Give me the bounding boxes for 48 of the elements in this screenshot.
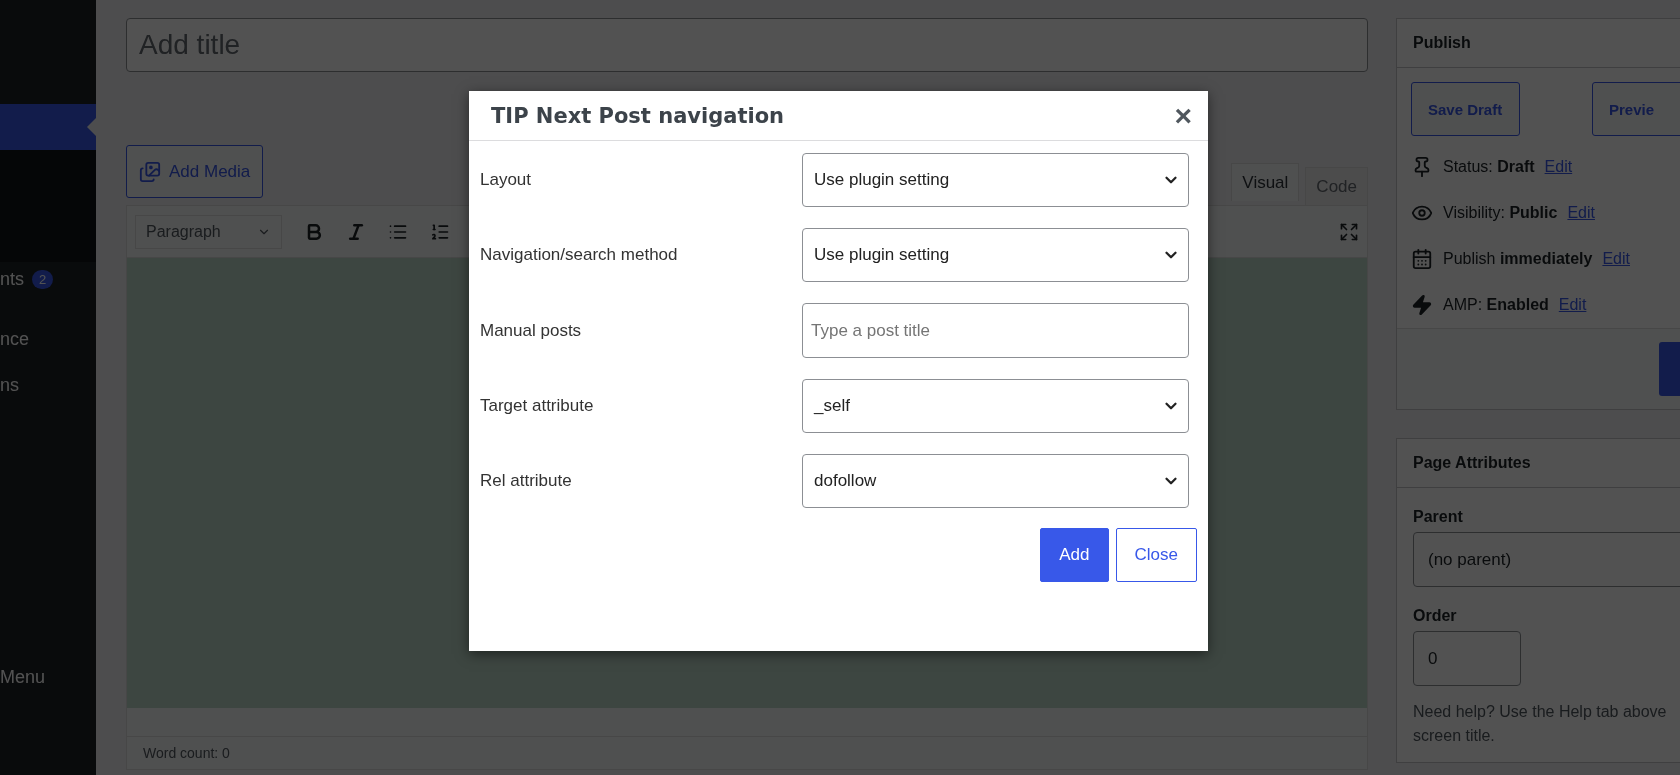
meta-text: AMP: Enabled (1443, 296, 1549, 314)
help-text: Need help? Use the Help tab above screen title. (1412, 702, 1668, 746)
edit-link[interactable]: Edit (1567, 204, 1595, 222)
field-label: Navigation/search method (480, 245, 678, 265)
close-button[interactable]: × (1174, 100, 1192, 131)
dialog-button[interactable]: Add (1040, 528, 1109, 582)
field-label: Order (1412, 606, 1458, 626)
field-label: Parent (1412, 507, 1464, 527)
sidebar-item[interactable]: Menu (0, 654, 96, 700)
add-media-button[interactable]: Add Media (126, 145, 264, 198)
panel-button[interactable]: Save Draft (1411, 82, 1520, 136)
meta-text: Publish immediately (1443, 250, 1593, 268)
sidebar-item[interactable]: nts 2 (0, 256, 96, 302)
meta-text: Visibility: Public (1443, 204, 1558, 222)
menu-label: nts (0, 268, 24, 290)
italic-icon[interactable] (346, 221, 366, 242)
panel-title: Publish (1397, 19, 1680, 68)
field-label: Manual posts (480, 320, 582, 341)
menu-label: nce (0, 328, 30, 350)
menu-label: Menu (0, 666, 46, 688)
menu-label: ns (0, 374, 19, 396)
lightning-icon (1411, 294, 1433, 316)
count-badge: 2 (32, 269, 54, 289)
fullscreen-icon[interactable] (1339, 221, 1359, 242)
dropdown[interactable]: _self (802, 379, 1189, 433)
dropdown[interactable]: dofollow (802, 454, 1189, 508)
field-label: Rel attribute (480, 471, 572, 491)
editor-tab[interactable]: Visual (1231, 163, 1300, 201)
order-field[interactable]: 0 (1413, 631, 1521, 686)
dropdown[interactable]: Use plugin setting (802, 153, 1189, 207)
edit-link[interactable]: Edit (1602, 250, 1630, 268)
sidebar-item[interactable] (0, 104, 96, 150)
post-title-field[interactable]: Type a post title (802, 303, 1189, 358)
field-label: Target attribute (480, 396, 594, 416)
dropdown[interactable]: Use plugin setting (802, 228, 1189, 282)
media-icon (139, 160, 161, 183)
field-label: Layout (480, 170, 532, 190)
calendar-icon (1411, 248, 1433, 270)
panel-title: Page Attributes (1397, 439, 1680, 488)
edit-link[interactable]: Edit (1544, 158, 1573, 176)
sidebar-item[interactable]: nce (0, 316, 96, 362)
sidebar-item[interactable]: ns (0, 362, 96, 408)
parent-select[interactable]: (no parent) (1413, 532, 1680, 587)
meta-text: Status: Draft (1443, 158, 1535, 176)
modal-title: TIP Next Post navigation (491, 103, 785, 128)
panel-button[interactable]: Previe (1592, 82, 1680, 136)
dialog-button[interactable]: Close (1115, 528, 1197, 582)
edit-link[interactable]: Edit (1558, 296, 1587, 314)
